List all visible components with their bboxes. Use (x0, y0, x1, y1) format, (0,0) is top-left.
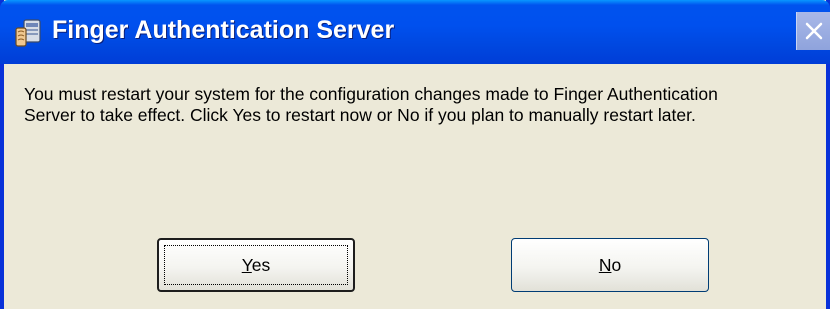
dialog-message: You must restart your system for the con… (24, 84, 824, 126)
no-mnemonic: N (598, 255, 612, 275)
no-label-rest: o (611, 255, 622, 275)
no-button[interactable]: No (511, 238, 709, 292)
no-button-label: No (599, 255, 621, 275)
close-button[interactable] (796, 12, 830, 50)
message-line-1: You must restart your system for the con… (24, 84, 718, 104)
yes-label-rest: es (251, 255, 271, 275)
close-icon (805, 22, 823, 40)
message-line-2: Server to take effect. Click Yes to rest… (24, 105, 696, 125)
restart-dialog: Finger Authentication Server You must re… (0, 0, 830, 309)
window-title: Finger Authentication Server (52, 16, 395, 44)
yes-button[interactable]: Yes (157, 238, 355, 292)
title-bar[interactable]: Finger Authentication Server (0, 0, 830, 64)
fingerprint-app-icon (14, 18, 44, 48)
yes-mnemonic: Y (241, 255, 252, 275)
yes-button-label: Yes (242, 255, 271, 275)
